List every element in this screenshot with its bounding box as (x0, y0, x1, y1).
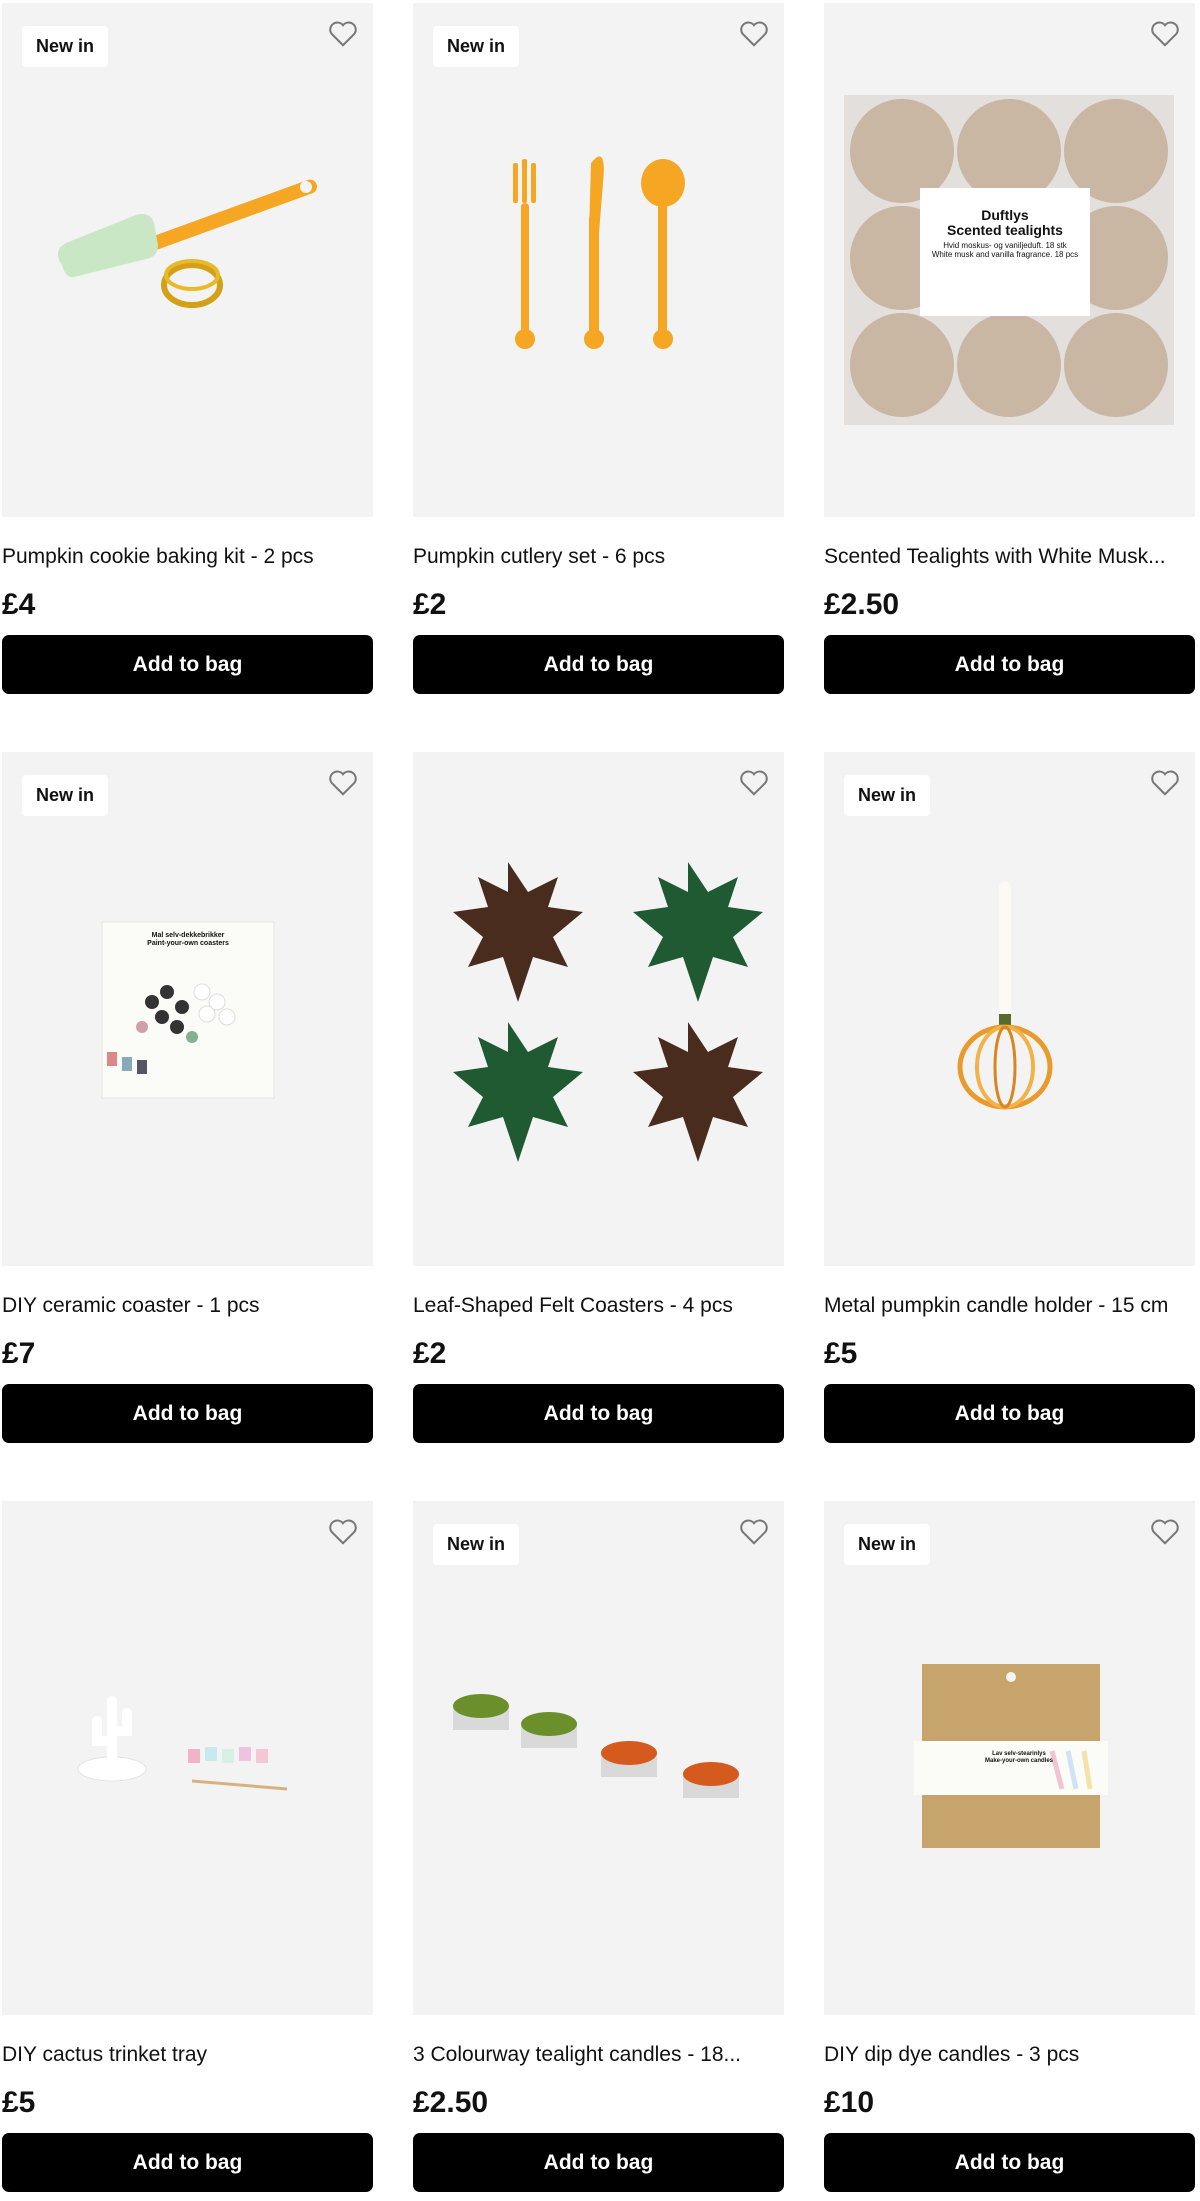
cactus-tray-illustration (77, 1696, 288, 1791)
add-to-bag-button[interactable]: Add to bag (2, 635, 373, 694)
package-label: Lav selv-stearinlys Make-your-own candle… (964, 1751, 1074, 1764)
product-card: New in 3 Colourway tealight candles - 18… (413, 1501, 784, 2192)
product-title[interactable]: Pumpkin cookie baking kit - 2 pcs (2, 543, 373, 571)
add-to-bag-button[interactable]: Add to bag (2, 2133, 373, 2192)
product-title[interactable]: DIY dip dye candles - 3 pcs (824, 2041, 1195, 2069)
product-card: New in Pumpkin cookie baking kit - 2 pcs… (2, 3, 373, 694)
wishlist-heart-icon[interactable] (327, 19, 359, 49)
package-text-line1: Mal selv-dekkebrikker (151, 932, 225, 939)
product-image[interactable]: New in (413, 3, 784, 517)
package-text-line1: Lav selv-stearinlys (992, 1751, 1046, 1757)
product-card: New in Pumpkin cutlery set - 6 pcs £2 Ad… (413, 3, 784, 694)
product-title[interactable]: 3 Colourway tealight candles - 18... (413, 2041, 784, 2069)
package-label: Duftlys Scented tealights Hvid moskus- o… (920, 207, 1090, 259)
wishlist-heart-icon[interactable] (738, 19, 770, 49)
product-image[interactable]: Lav selv-stearinlys Make-your-own candle… (824, 1501, 1195, 2015)
wishlist-heart-icon[interactable] (327, 1517, 359, 1547)
add-to-bag-button[interactable]: Add to bag (413, 2133, 784, 2192)
product-image[interactable]: Duftlys Scented tealights Hvid moskus- o… (824, 3, 1195, 517)
product-price: £2.50 (413, 2086, 489, 2119)
product-grid: New in Pumpkin cookie baking kit - 2 pcs… (0, 0, 1200, 2201)
wishlist-heart-icon[interactable] (1149, 768, 1181, 798)
product-card: Lav selv-stearinlys Make-your-own candle… (824, 1501, 1195, 2192)
product-image[interactable]: Mal selv-dekkebrikker Paint-your-own coa… (2, 752, 373, 1266)
product-title[interactable]: DIY ceramic coaster - 1 pcs (2, 1292, 373, 1320)
product-title[interactable]: Pumpkin cutlery set - 6 pcs (413, 543, 784, 571)
new-in-badge: New in (844, 775, 931, 816)
wishlist-heart-icon[interactable] (738, 1517, 770, 1547)
tealights-illustration (453, 1694, 739, 1798)
package-text-line2: Make-your-own candles (984, 1757, 1053, 1764)
product-image[interactable]: New in (413, 1501, 784, 2015)
new-in-badge: New in (433, 1524, 520, 1565)
wishlist-heart-icon[interactable] (1149, 19, 1181, 49)
add-to-bag-button[interactable]: Add to bag (824, 1384, 1195, 1443)
package-text-line4: White musk and vanilla fragrance. 18 pcs (931, 249, 1079, 259)
add-to-bag-button[interactable]: Add to bag (2, 1384, 373, 1443)
product-card: Leaf-Shaped Felt Coasters - 4 pcs £2 Add… (413, 752, 784, 1443)
spatula-cutter-illustration (57, 179, 317, 308)
product-card: New in Metal pumpkin candle holder - 15 … (824, 752, 1195, 1443)
new-in-badge: New in (22, 26, 109, 67)
product-image[interactable]: New in (824, 752, 1195, 1266)
new-in-badge: New in (22, 775, 109, 816)
add-to-bag-button[interactable]: Add to bag (413, 1384, 784, 1443)
wishlist-heart-icon[interactable] (738, 768, 770, 798)
cutlery-illustration (513, 156, 685, 349)
add-to-bag-button[interactable]: Add to bag (413, 635, 784, 694)
leaf-coasters-illustration (453, 862, 763, 1162)
tealight-pack-illustration (844, 95, 1174, 425)
product-card: Duftlys Scented tealights Hvid moskus- o… (824, 3, 1195, 694)
wishlist-heart-icon[interactable] (1149, 1517, 1181, 1547)
add-to-bag-button[interactable]: Add to bag (824, 2133, 1195, 2192)
product-price: £10 (824, 2086, 875, 2119)
product-price: £7 (2, 1337, 36, 1370)
product-card: DIY cactus trinket tray £5 Add to bag (2, 1501, 373, 2192)
product-price: £4 (2, 588, 36, 621)
add-to-bag-button[interactable]: Add to bag (824, 635, 1195, 694)
product-price: £2.50 (824, 588, 900, 621)
product-card: Mal selv-dekkebrikker Paint-your-own coa… (2, 752, 373, 1443)
product-image[interactable] (413, 752, 784, 1266)
coaster-kit-illustration (101, 921, 275, 1099)
product-title[interactable]: Metal pumpkin candle holder - 15 cm (824, 1292, 1195, 1320)
package-label: Mal selv-dekkebrikker Paint-your-own coa… (102, 932, 274, 947)
product-title[interactable]: DIY cactus trinket tray (2, 2041, 373, 2069)
product-image[interactable]: New in (2, 3, 373, 517)
pumpkin-candle-holder-illustration (957, 882, 1053, 1110)
product-title[interactable]: Scented Tealights with White Musk... (824, 543, 1195, 571)
product-price: £2 (413, 588, 447, 621)
package-text-line2: Paint-your-own coasters (147, 939, 229, 947)
product-price: £5 (2, 2086, 36, 2119)
product-image[interactable] (2, 1501, 373, 2015)
wishlist-heart-icon[interactable] (327, 768, 359, 798)
package-text-line2: Scented tealights (947, 222, 1063, 239)
product-price: £5 (824, 1337, 858, 1370)
new-in-badge: New in (844, 1524, 931, 1565)
product-title[interactable]: Leaf-Shaped Felt Coasters - 4 pcs (413, 1292, 784, 1320)
package-text-line1: Duftlys (981, 207, 1029, 223)
new-in-badge: New in (433, 26, 520, 67)
product-price: £2 (413, 1337, 447, 1370)
